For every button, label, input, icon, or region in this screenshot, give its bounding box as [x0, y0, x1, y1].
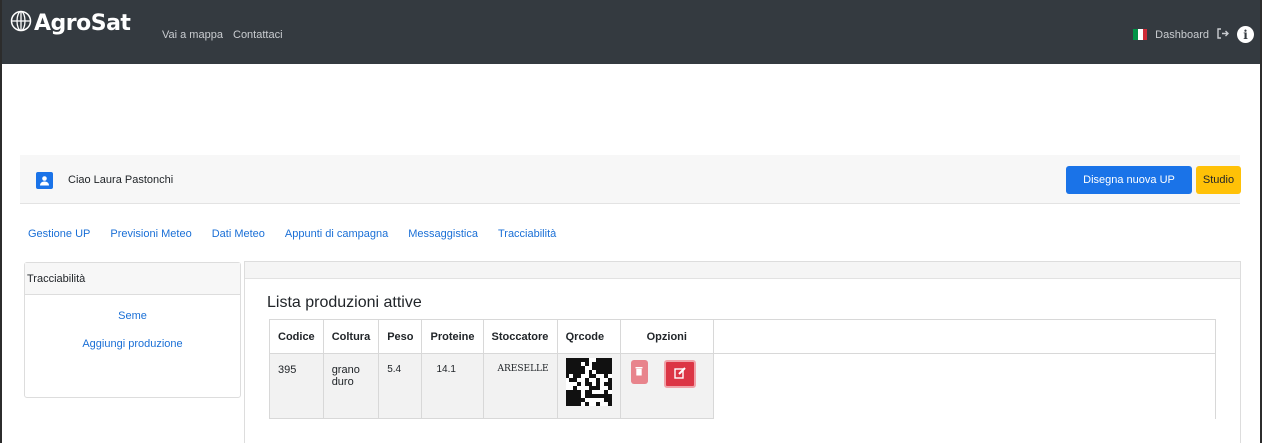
page-title: Lista produzioni attive	[267, 294, 422, 311]
cell-coltura: grano duro	[322, 353, 380, 419]
italy-flag-icon[interactable]	[1133, 29, 1148, 40]
cell-codice: 395	[269, 353, 324, 419]
edit-icon	[673, 366, 686, 382]
qrcode-image[interactable]	[565, 358, 612, 406]
tab-previsioni-meteo[interactable]: Previsioni Meteo	[110, 228, 191, 240]
table-header-row: Codice Coltura Peso Proteine Stoccatore …	[269, 319, 1217, 354]
cell-options	[619, 353, 714, 419]
column-header: Peso	[378, 319, 423, 354]
cell-stoccatore: ARESELLE	[482, 353, 558, 419]
productions-table: Codice Coltura Peso Proteine Stoccatore …	[269, 319, 1217, 419]
brand-name: AgroSat	[34, 11, 131, 36]
column-header: Stoccatore	[482, 319, 558, 354]
tab-gestione-up[interactable]: Gestione UP	[28, 228, 90, 240]
top-navbar: AgroSat Vai a mappa Contattaci Dashboard…	[2, 0, 1260, 64]
dashboard-link[interactable]: Dashboard	[1155, 29, 1209, 41]
main-panel: Lista produzioni attive Codice Coltura P…	[244, 261, 1241, 443]
sidebar-title: Tracciabilità	[25, 263, 240, 295]
tab-dati-meteo[interactable]: Dati Meteo	[212, 228, 265, 240]
cell-peso: 5.4	[378, 353, 423, 419]
tab-messaggistica[interactable]: Messaggistica	[408, 228, 478, 240]
user-icon	[36, 172, 53, 189]
section-tabs: Gestione UP Previsioni Meteo Dati Meteo …	[28, 228, 576, 240]
column-header: Opzioni	[619, 319, 714, 354]
nav-link-contact[interactable]: Contattaci	[233, 29, 283, 41]
sidebar-item-add-production[interactable]: Aggiungi produzione	[25, 338, 240, 350]
study-button[interactable]: Studio	[1196, 166, 1241, 194]
table-filler	[713, 319, 1217, 354]
tab-appunti-campagna[interactable]: Appunti di campagna	[285, 228, 388, 240]
app-window: AgroSat Vai a mappa Contattaci Dashboard…	[0, 0, 1262, 443]
edit-button[interactable]	[663, 360, 696, 388]
table-row: 395 grano duro 5.4 14.1 ARESELLE	[269, 353, 1217, 419]
logout-icon[interactable]	[1217, 27, 1229, 42]
column-header: Qrcode	[556, 319, 621, 354]
cell-proteine: 14.1	[421, 353, 484, 419]
sidebar-card: Tracciabilità Seme Aggiungi produzione	[24, 262, 241, 398]
nav-link-map[interactable]: Vai a mappa	[162, 29, 223, 41]
panel-header	[245, 262, 1240, 279]
brand-logo[interactable]: AgroSat	[10, 10, 131, 37]
column-header: Coltura	[322, 319, 380, 354]
tab-tracciabilita[interactable]: Tracciabilità	[498, 228, 556, 240]
sidebar-item-seme[interactable]: Seme	[25, 310, 240, 322]
column-header: Codice	[269, 319, 324, 354]
info-icon[interactable]: i	[1237, 26, 1254, 43]
navbar-right-group: Dashboard i	[1133, 26, 1254, 43]
user-bar: Ciao Laura Pastonchi Disegna nuova UP St…	[20, 155, 1241, 204]
table-filler	[713, 353, 1217, 419]
column-header: Proteine	[421, 319, 484, 354]
globe-icon	[10, 10, 32, 37]
user-greeting: Ciao Laura Pastonchi	[68, 174, 174, 186]
delete-button[interactable]	[630, 360, 648, 384]
cell-qrcode	[556, 353, 621, 419]
draw-new-up-button[interactable]: Disegna nuova UP	[1066, 166, 1192, 194]
trash-icon	[635, 366, 643, 379]
